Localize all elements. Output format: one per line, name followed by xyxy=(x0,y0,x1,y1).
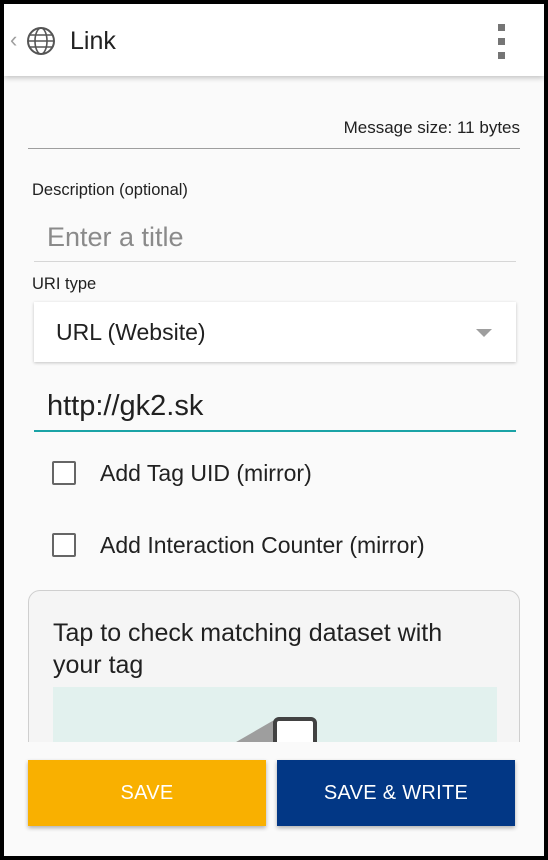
description-label: Description (optional) xyxy=(32,181,188,199)
description-input[interactable] xyxy=(34,214,516,262)
form-content[interactable]: Message size: 11 bytes Description (opti… xyxy=(4,76,544,742)
page-title: Link xyxy=(70,27,116,55)
tag-uid-option[interactable]: Add Tag UID (mirror) xyxy=(50,458,510,488)
uri-type-label: URI type xyxy=(32,275,97,293)
interaction-counter-option[interactable]: Add Interaction Counter (mirror) xyxy=(50,530,510,560)
app-bar: ‹ Link xyxy=(4,4,544,76)
phone-icon xyxy=(273,717,317,742)
interaction-counter-label: Add Interaction Counter (mirror) xyxy=(100,532,425,558)
dropdown-caret-icon xyxy=(476,329,492,337)
overflow-menu-icon[interactable] xyxy=(492,22,512,60)
check-dataset-card[interactable]: Tap to check matching dataset with your … xyxy=(28,590,520,742)
card-text: Tap to check matching dataset with your … xyxy=(53,619,443,679)
message-size: Message size: 11 bytes xyxy=(343,118,520,137)
url-input[interactable] xyxy=(34,382,516,432)
app-screen: ‹ Link Message size: 11 bytes Descriptio… xyxy=(4,4,544,856)
tag-uid-label: Add Tag UID (mirror) xyxy=(100,460,312,486)
divider xyxy=(28,148,520,149)
globe-icon[interactable] xyxy=(26,26,56,56)
action-bar: SAVE SAVE & WRITE xyxy=(4,742,544,856)
tag-uid-checkbox[interactable] xyxy=(52,461,76,485)
uri-type-value: URL (Website) xyxy=(56,319,206,345)
tag-illustration xyxy=(53,687,497,742)
save-button[interactable]: SAVE xyxy=(28,760,266,826)
back-chevron-icon[interactable]: ‹ xyxy=(10,26,17,54)
interaction-counter-checkbox[interactable] xyxy=(52,533,76,557)
uri-type-select[interactable]: URL (Website) xyxy=(34,302,516,362)
save-and-write-button[interactable]: SAVE & WRITE xyxy=(277,760,515,826)
